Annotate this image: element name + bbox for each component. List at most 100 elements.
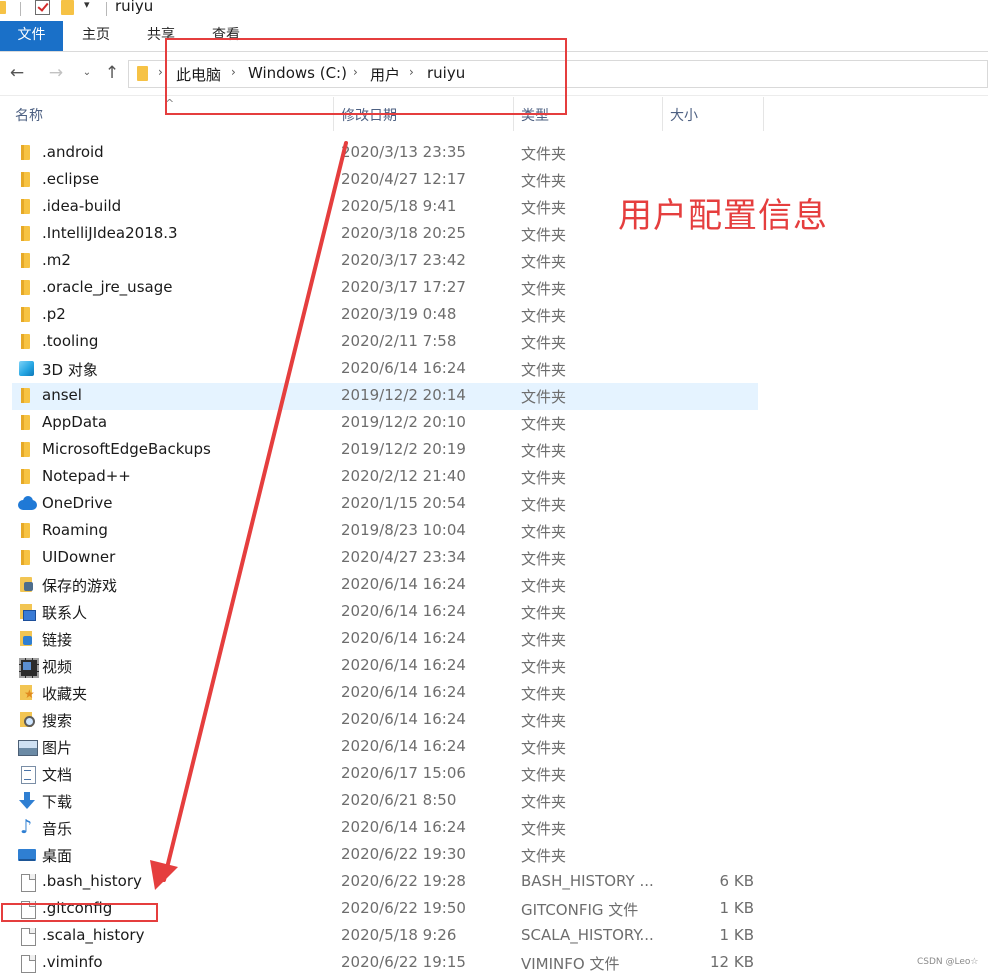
file-type: 文件夹 — [521, 820, 567, 838]
file-name: .p2 — [42, 305, 66, 323]
file-name: .tooling — [42, 332, 99, 350]
file-modified-date: 2020/6/22 19:28 — [341, 872, 466, 890]
table-row[interactable]: .tooling 2020/2/11 7:58 文件夹 — [12, 329, 758, 356]
file-type: BASH_HISTORY ... — [521, 872, 654, 890]
folder-icon — [18, 522, 36, 540]
folder-icon — [18, 414, 36, 432]
column-divider[interactable] — [662, 97, 663, 131]
folder-icon — [18, 198, 36, 216]
table-row[interactable]: .oracle_jre_usage 2020/3/17 17:27 文件夹 — [12, 275, 758, 302]
file-type: 文件夹 — [521, 145, 567, 163]
back-arrow-icon[interactable]: ← — [7, 62, 27, 84]
folder-icon — [18, 468, 36, 486]
table-row[interactable]: 桌面 2020/6/22 19:30 文件夹 — [12, 842, 758, 869]
file-modified-date: 2020/2/11 7:58 — [341, 332, 457, 350]
file-name: 3D 对象 — [42, 361, 98, 379]
title-separator — [106, 2, 107, 16]
tab-file[interactable]: 文件 — [0, 21, 63, 51]
file-size: 1 KB — [719, 926, 754, 944]
table-row[interactable]: Roaming 2019/8/23 10:04 文件夹 — [12, 518, 758, 545]
file-type: 文件夹 — [521, 388, 567, 406]
tab-home[interactable]: 主页 — [66, 21, 126, 51]
file-modified-date: 2020/6/17 15:06 — [341, 764, 466, 782]
folder-icon — [18, 441, 36, 459]
file-name: 搜索 — [42, 712, 73, 730]
table-row[interactable]: 链接 2020/6/14 16:24 文件夹 — [12, 626, 758, 653]
folder-icon — [137, 66, 148, 81]
file-modified-date: 2020/3/18 20:25 — [341, 224, 466, 242]
file-modified-date: 2019/12/2 20:19 — [341, 440, 466, 458]
file-type: VIMINFO 文件 — [521, 955, 620, 973]
table-row[interactable]: .p2 2020/3/19 0:48 文件夹 — [12, 302, 758, 329]
file-type: 文件夹 — [521, 442, 567, 460]
file-name: OneDrive — [42, 494, 113, 512]
3d-objects-icon — [18, 360, 36, 378]
table-row[interactable]: 搜索 2020/6/14 16:24 文件夹 — [12, 707, 758, 734]
file-type: 文件夹 — [521, 739, 567, 757]
file-name: .m2 — [42, 251, 71, 269]
folder-icon — [18, 279, 36, 297]
table-row[interactable]: Notepad++ 2020/2/12 21:40 文件夹 — [12, 464, 758, 491]
table-row[interactable]: 收藏夹 2020/6/14 16:24 文件夹 — [12, 680, 758, 707]
file-name: Notepad++ — [42, 467, 131, 485]
table-row[interactable]: 联系人 2020/6/14 16:24 文件夹 — [12, 599, 758, 626]
file-modified-date: 2020/6/14 16:24 — [341, 602, 466, 620]
forward-arrow-icon[interactable]: → — [46, 62, 66, 84]
annotation-label: 用户配置信息 — [618, 196, 828, 236]
file-name: ansel — [42, 386, 82, 404]
folder-icon — [18, 225, 36, 243]
folder-icon — [18, 144, 36, 162]
file-modified-date: 2019/12/2 20:14 — [341, 386, 466, 404]
table-row[interactable]: OneDrive 2020/1/15 20:54 文件夹 — [12, 491, 758, 518]
table-row[interactable]: UIDowner 2020/4/27 23:34 文件夹 — [12, 545, 758, 572]
column-header-size[interactable]: 大小 — [670, 97, 698, 131]
table-row[interactable]: .bash_history 2020/6/22 19:28 BASH_HISTORY… — [12, 869, 758, 896]
recent-locations-chevron-icon[interactable]: ⌄ — [77, 62, 97, 84]
file-modified-date: 2020/3/17 23:42 — [341, 251, 466, 269]
column-divider[interactable] — [763, 97, 764, 131]
table-row[interactable]: 图片 2020/6/14 16:24 文件夹 — [12, 734, 758, 761]
file-name: .android — [42, 143, 104, 161]
table-row[interactable]: 文档 2020/6/17 15:06 文件夹 — [12, 761, 758, 788]
table-row[interactable]: 视频 2020/6/14 16:24 文件夹 — [12, 653, 758, 680]
table-row[interactable]: 保存的游戏 2020/6/14 16:24 文件夹 — [12, 572, 758, 599]
file-size: 1 KB — [719, 899, 754, 917]
file-name: .scala_history — [42, 926, 145, 944]
file-icon — [18, 954, 36, 973]
gitconfig-highlight-box — [1, 903, 158, 922]
new-folder-icon[interactable] — [61, 0, 74, 15]
address-highlight-box — [165, 38, 567, 115]
table-row[interactable]: .viminfo 2020/6/22 19:15 VIMINFO 文件 12 KB — [12, 950, 758, 977]
table-row[interactable]: AppData 2019/12/2 20:10 文件夹 — [12, 410, 758, 437]
table-row[interactable]: 下载 2020/6/21 8:50 文件夹 — [12, 788, 758, 815]
column-header-name[interactable]: 名称 — [15, 97, 43, 131]
file-name: 视频 — [42, 658, 73, 676]
file-modified-date: 2020/6/14 16:24 — [341, 710, 466, 728]
table-row[interactable]: MicrosoftEdgeBackups 2019/12/2 20:19 文件夹 — [12, 437, 758, 464]
file-type: 文件夹 — [521, 469, 567, 487]
file-modified-date: 2019/12/2 20:10 — [341, 413, 466, 431]
file-name: 下载 — [42, 793, 73, 811]
table-row[interactable]: 3D 对象 2020/6/14 16:24 文件夹 — [12, 356, 758, 383]
file-modified-date: 2020/6/14 16:24 — [341, 818, 466, 836]
file-name: .oracle_jre_usage — [42, 278, 173, 296]
folder-icon — [18, 306, 36, 324]
file-name: 联系人 — [42, 604, 88, 622]
table-row[interactable]: 音乐 2020/6/14 16:24 文件夹 — [12, 815, 758, 842]
properties-check-icon[interactable] — [35, 0, 50, 15]
customize-quick-access-icon[interactable]: ▾ — [84, 0, 90, 11]
table-row[interactable]: .android 2020/3/13 23:35 文件夹 — [12, 140, 758, 167]
documents-icon — [18, 765, 36, 784]
file-modified-date: 2020/6/22 19:30 — [341, 845, 466, 863]
file-type: 文件夹 — [521, 226, 567, 244]
table-row[interactable]: ansel 2019/12/2 20:14 文件夹 — [12, 383, 758, 410]
file-type: 文件夹 — [521, 577, 567, 595]
up-arrow-icon[interactable]: ↑ — [102, 62, 122, 84]
breadcrumb-separator-icon[interactable]: › — [158, 65, 163, 79]
file-type: 文件夹 — [521, 685, 567, 703]
table-row[interactable]: .scala_history 2020/5/18 9:26 SCALA_HISTOR… — [12, 923, 758, 950]
file-modified-date: 2020/3/17 17:27 — [341, 278, 466, 296]
table-row[interactable]: .m2 2020/3/17 23:42 文件夹 — [12, 248, 758, 275]
file-type: 文件夹 — [521, 766, 567, 784]
file-type: GITCONFIG 文件 — [521, 901, 639, 919]
